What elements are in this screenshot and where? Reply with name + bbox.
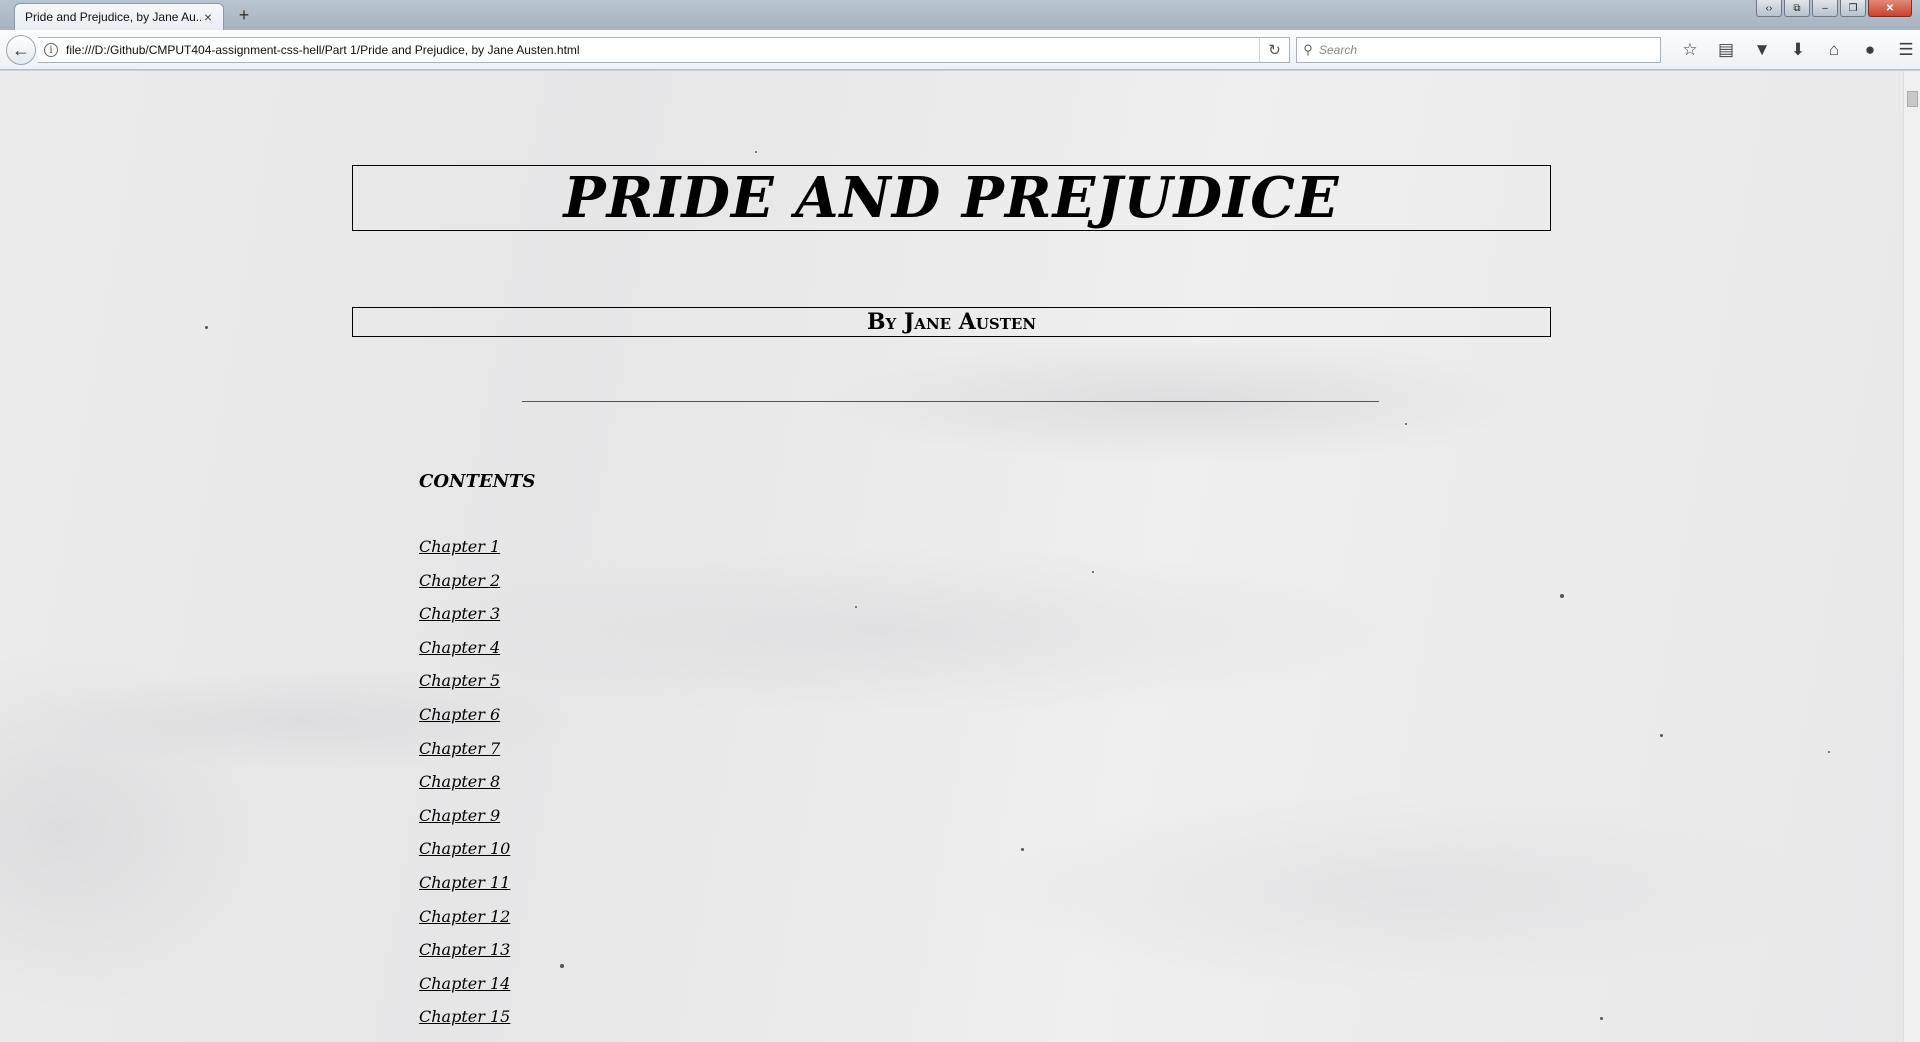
- close-window-button[interactable]: ✕: [1868, 0, 1912, 17]
- horizontal-rule: [522, 401, 1379, 402]
- chapter-link-12[interactable]: Chapter 12: [419, 907, 510, 926]
- list-item: Chapter 2: [419, 571, 510, 605]
- reading-list-icon[interactable]: ▤: [1708, 38, 1744, 62]
- sync-tabs-icon[interactable]: ⧉: [1784, 0, 1810, 17]
- chapter-link-7[interactable]: Chapter 7: [419, 739, 500, 758]
- chapter-link-2[interactable]: Chapter 2: [419, 571, 500, 590]
- chapter-link-1[interactable]: Chapter 1: [419, 537, 500, 556]
- chapter-link-3[interactable]: Chapter 3: [419, 604, 500, 623]
- tab-close-icon[interactable]: ×: [201, 10, 215, 24]
- url-text[interactable]: file:///D:/Github/CMPUT404-assignment-cs…: [66, 43, 1259, 57]
- paper-speck: [1600, 1017, 1603, 1020]
- tab-strip: Pride and Prejudice, by Jane Au... × + ‹…: [0, 0, 1920, 30]
- author-byline: By Jane Austen: [866, 309, 1037, 335]
- download-icon[interactable]: ⬇: [1780, 38, 1816, 62]
- tab-groups-icon[interactable]: ‹›: [1756, 0, 1782, 17]
- vertical-scrollbar[interactable]: [1903, 71, 1920, 1042]
- paper-speck: [1560, 594, 1564, 598]
- home-icon[interactable]: ⌂: [1816, 38, 1852, 62]
- tab-active[interactable]: Pride and Prejudice, by Jane Au... ×: [14, 3, 224, 30]
- list-item: Chapter 15: [419, 1007, 510, 1041]
- list-item: Chapter 9: [419, 806, 510, 840]
- arrow-left-icon: ←: [12, 39, 30, 60]
- paper-speck: [1660, 734, 1663, 737]
- chapter-link-15[interactable]: Chapter 15: [419, 1007, 510, 1026]
- paper-speck: [1021, 848, 1024, 851]
- paper-speck: [560, 964, 564, 968]
- list-item: Chapter 14: [419, 974, 510, 1008]
- pocket-icon[interactable]: ▼: [1744, 38, 1780, 62]
- chapter-link-8[interactable]: Chapter 8: [419, 772, 500, 791]
- list-item: Chapter 10: [419, 839, 510, 873]
- page-title: PRIDE AND PREJUDICE: [563, 165, 1340, 231]
- list-item: Chapter 5: [419, 671, 510, 705]
- info-icon[interactable]: i: [44, 43, 58, 57]
- paper-speck: [1828, 751, 1830, 753]
- chapter-link-11[interactable]: Chapter 11: [419, 873, 510, 892]
- reload-button[interactable]: ↻: [1259, 38, 1289, 62]
- list-item: Chapter 4: [419, 638, 510, 672]
- paper-speck: [855, 606, 857, 608]
- window-controls: ‹› ⧉ – ❐ ✕: [1756, 0, 1912, 17]
- author-box: By Jane Austen: [352, 307, 1551, 337]
- search-icon: ⚲: [1303, 42, 1313, 57]
- paper-speck: [205, 326, 208, 329]
- list-item: Chapter 3: [419, 604, 510, 638]
- chapter-link-6[interactable]: Chapter 6: [419, 705, 500, 724]
- list-item: Chapter 7: [419, 739, 510, 773]
- paper-speck: [1405, 423, 1407, 425]
- title-box: PRIDE AND PREJUDICE: [352, 165, 1551, 231]
- search-input[interactable]: [1319, 43, 1639, 57]
- list-item: Chapter 8: [419, 772, 510, 806]
- navigation-bar: ← i file:///D:/Github/CMPUT404-assignmen…: [0, 30, 1920, 70]
- list-item: Chapter 12: [419, 907, 510, 941]
- search-bar[interactable]: ⚲: [1296, 37, 1661, 63]
- bookmark-star-icon[interactable]: ☆: [1672, 38, 1708, 62]
- contents-heading: CONTENTS: [419, 471, 536, 492]
- scrollbar-thumb[interactable]: [1907, 91, 1918, 107]
- list-item: Chapter 11: [419, 873, 510, 907]
- chapter-list: Chapter 1 Chapter 2 Chapter 3 Chapter 4 …: [419, 537, 510, 1041]
- toolbar-icons: ☆ ▤ ▼ ⬇ ⌂ ● ☰: [1672, 38, 1920, 62]
- chapter-link-10[interactable]: Chapter 10: [419, 839, 510, 858]
- list-item: Chapter 13: [419, 940, 510, 974]
- menu-icon[interactable]: ☰: [1888, 38, 1920, 62]
- url-bar[interactable]: i file:///D:/Github/CMPUT404-assignment-…: [38, 37, 1290, 63]
- chapter-link-9[interactable]: Chapter 9: [419, 806, 500, 825]
- restore-button[interactable]: ❐: [1840, 0, 1866, 17]
- chat-icon[interactable]: ●: [1852, 38, 1888, 62]
- paper-speck: [755, 151, 757, 153]
- page-viewport: PRIDE AND PREJUDICE By Jane Austen CONTE…: [0, 71, 1903, 1042]
- chapter-link-14[interactable]: Chapter 14: [419, 974, 510, 993]
- minimize-button[interactable]: –: [1812, 0, 1838, 17]
- chapter-link-13[interactable]: Chapter 13: [419, 940, 510, 959]
- paper-speck: [1092, 571, 1094, 573]
- list-item: Chapter 6: [419, 705, 510, 739]
- tab-title: Pride and Prejudice, by Jane Au...: [25, 10, 201, 24]
- list-item: Chapter 1: [419, 537, 510, 571]
- back-button[interactable]: ←: [6, 35, 36, 65]
- new-tab-button[interactable]: +: [234, 5, 254, 25]
- chapter-link-5[interactable]: Chapter 5: [419, 671, 500, 690]
- chapter-link-4[interactable]: Chapter 4: [419, 638, 500, 657]
